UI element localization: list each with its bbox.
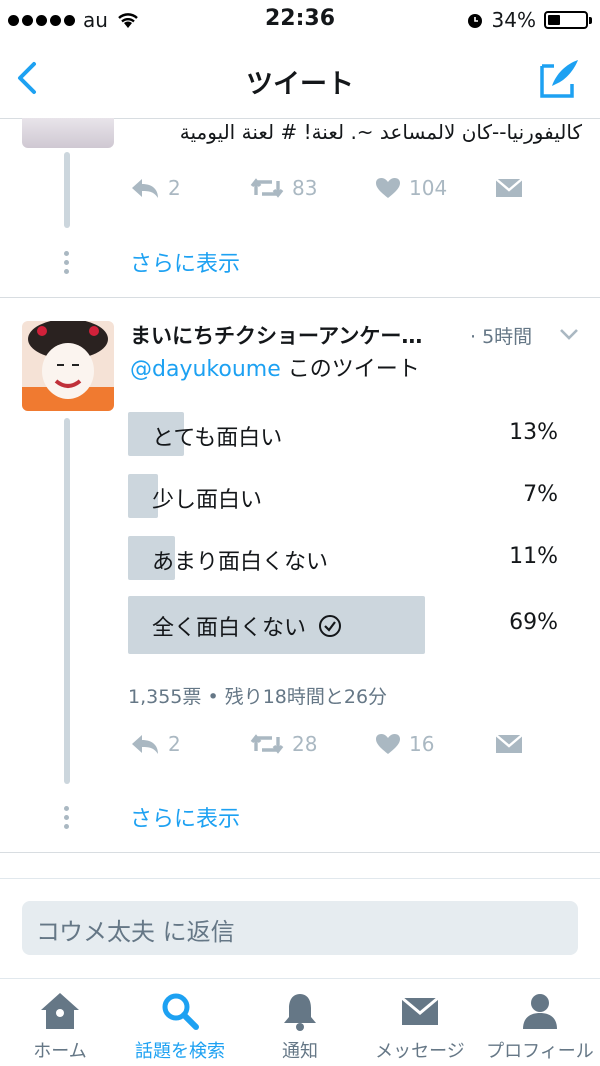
tab-home[interactable]: ホーム <box>0 985 120 1063</box>
status-bar: au 22:36 34% <box>0 0 600 40</box>
thread-line <box>64 418 70 784</box>
previous-tweet-text: كاليفورنيا--كان لالمساعد ~. لعنة! # لعنة… <box>179 120 582 144</box>
reply-icon <box>132 735 158 754</box>
envelope-icon <box>401 996 439 1025</box>
poll-option-label: 全く面白くない <box>152 616 307 641</box>
poll-option-selected: 全く面白くない 69% <box>128 596 558 654</box>
home-icon <box>41 993 79 1029</box>
show-more-link[interactable]: さらに表示 <box>130 801 240 833</box>
poll-option-percent: 69% <box>509 610 558 635</box>
poll-option: とても面白い 13% <box>128 412 558 456</box>
tweet-text: @dayukoume このツイート <box>130 357 420 382</box>
chevron-down-icon[interactable] <box>558 326 580 342</box>
checkmark-circle-icon <box>319 615 342 637</box>
tweet-timestamp: · 5時間 <box>470 326 533 348</box>
more-dots-icon <box>64 251 70 278</box>
reply-button[interactable]: 2 <box>130 176 250 200</box>
show-more-link[interactable]: さらに表示 <box>130 246 240 278</box>
direct-message-button[interactable] <box>495 733 523 755</box>
thread-line <box>64 152 70 228</box>
direct-message-button[interactable] <box>495 177 523 199</box>
page-title: ツイート <box>246 69 354 100</box>
bullet: • <box>207 686 225 708</box>
previous-tweet-actions: 2 83 104 <box>130 173 523 203</box>
person-icon <box>523 994 557 1029</box>
reply-icon <box>132 179 158 198</box>
mention-link[interactable]: @dayukoume <box>130 357 281 382</box>
poll-option-label: とても面白い <box>152 426 283 451</box>
poll-option-label: あまり面白くない <box>152 550 329 575</box>
like-button[interactable]: 16 <box>375 732 495 756</box>
tab-bar: ホーム 話題を検索 通知 メッセージ プロフィール <box>0 978 600 1066</box>
divider <box>0 852 600 853</box>
previous-tweet-avatar[interactable] <box>22 118 114 148</box>
retweet-button[interactable]: 28 <box>250 732 375 756</box>
avatar[interactable] <box>22 321 114 411</box>
poll-option: 少し面白い 7% <box>128 474 558 518</box>
poll-option-label: 少し面白い <box>152 488 263 513</box>
reply-bar: コウメ太夫 に返信 <box>0 878 600 979</box>
retweet-button[interactable]: 83 <box>250 176 375 200</box>
poll-vote-count: 1,355票 <box>128 686 202 708</box>
like-button[interactable]: 104 <box>375 176 495 200</box>
bell-icon <box>284 994 316 1031</box>
tab-notifications[interactable]: 通知 <box>240 985 360 1063</box>
tweet-actions: 2 28 16 <box>130 729 523 759</box>
heart-icon <box>376 734 400 754</box>
dm-envelope-icon <box>495 734 523 753</box>
poll-option-percent: 7% <box>523 482 558 507</box>
more-dots-icon <box>64 806 70 833</box>
reply-input[interactable]: コウメ太夫 に返信 <box>22 901 578 955</box>
poll-option-percent: 13% <box>509 420 558 445</box>
compose-tweet-icon[interactable] <box>538 56 582 100</box>
battery-percent: 34% <box>491 8 536 32</box>
heart-icon <box>376 178 400 198</box>
retweet-icon <box>250 178 284 198</box>
navigation-bar: ツイート <box>0 40 600 119</box>
poll-time-remaining: 残り18時間と26分 <box>224 686 388 708</box>
tab-messages[interactable]: メッセージ <box>360 985 480 1063</box>
poll-option-percent: 11% <box>509 544 558 569</box>
reply-button[interactable]: 2 <box>130 732 250 756</box>
retweet-icon <box>250 734 284 754</box>
alarm-icon <box>467 14 482 28</box>
avatar-image <box>22 321 114 411</box>
tab-search[interactable]: 話題を検索 <box>120 985 240 1063</box>
search-icon <box>162 993 199 1030</box>
tab-profile[interactable]: プロフィール <box>480 985 600 1063</box>
author-name[interactable]: まいにちチクショーアンケー… <box>130 320 422 350</box>
poll-meta: 1,355票 • 残り18時間と26分 <box>128 682 387 709</box>
poll-option: あまり面白くない 11% <box>128 536 558 580</box>
battery-icon <box>544 11 592 29</box>
divider <box>0 297 600 298</box>
dm-envelope-icon <box>495 178 523 197</box>
